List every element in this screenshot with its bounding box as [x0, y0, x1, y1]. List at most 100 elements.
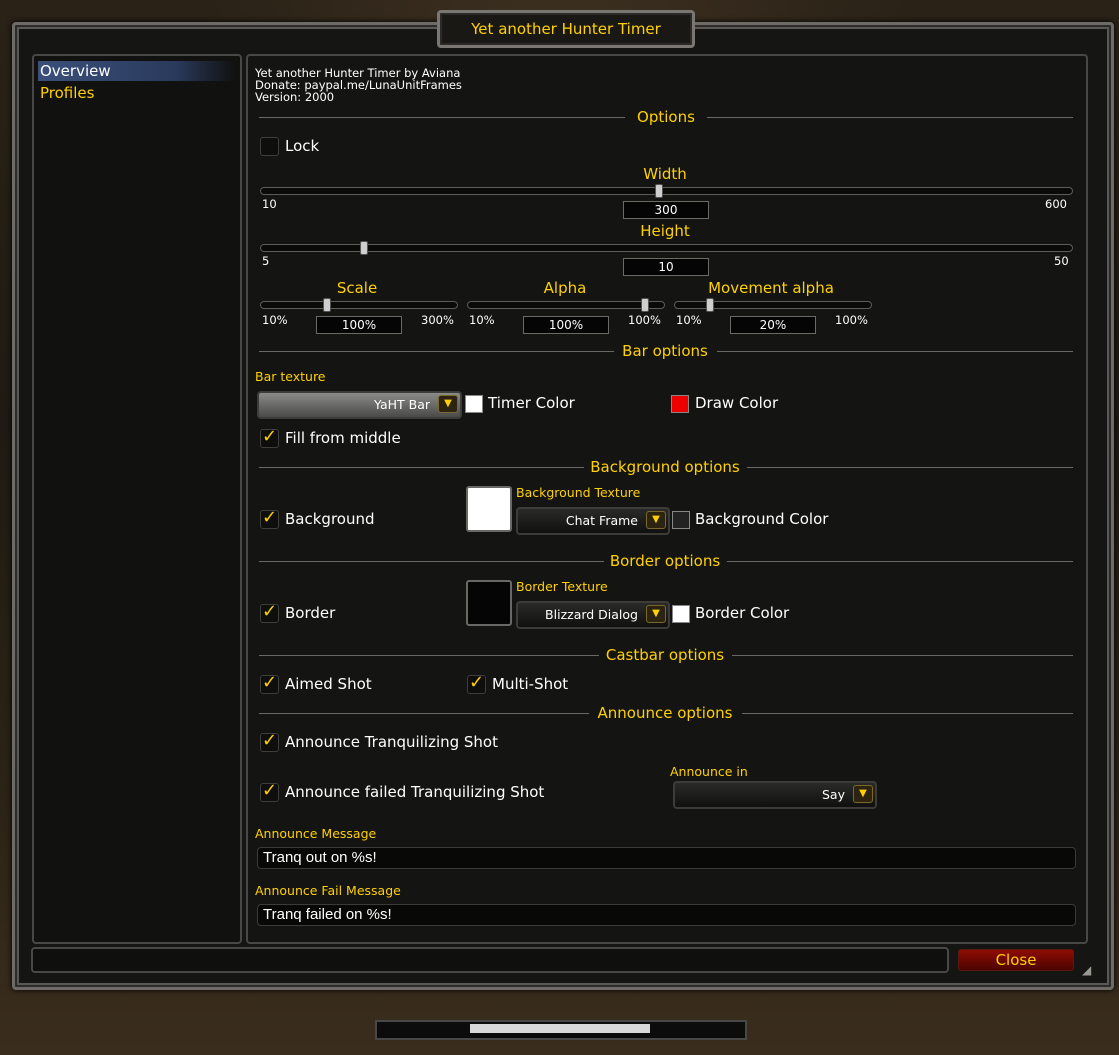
- announce-tranq-checkbox[interactable]: ✓: [260, 730, 279, 752]
- bar-texture-label: Bar texture: [255, 369, 326, 384]
- movement-alpha-value-input[interactable]: 20%: [730, 316, 816, 334]
- scrollbar-thumb[interactable]: [470, 1024, 650, 1033]
- announce-message-input[interactable]: Tranq out on %s!: [257, 847, 1076, 869]
- alpha-value-input[interactable]: 100%: [523, 316, 609, 334]
- aimed-shot-label: Aimed Shot: [285, 675, 372, 693]
- width-value-input[interactable]: 300: [623, 201, 709, 219]
- checkmark-icon: ✓: [262, 672, 278, 693]
- height-label: Height: [640, 222, 690, 240]
- background-preview: [466, 486, 512, 532]
- background-texture-value: Chat Frame: [565, 513, 638, 528]
- checkmark-icon: ✓: [262, 426, 278, 447]
- checkmark-icon: ✓: [262, 507, 278, 528]
- height-max: 50: [1054, 254, 1069, 268]
- background-color-swatch[interactable]: [672, 511, 690, 529]
- alpha-slider-thumb[interactable]: [641, 298, 649, 312]
- announce-in-label: Announce in: [670, 764, 748, 779]
- background-color-label: Background Color: [695, 510, 829, 528]
- dropdown-arrow-icon[interactable]: ▼: [646, 605, 666, 623]
- height-slider-track[interactable]: [260, 244, 1073, 252]
- divider: [259, 713, 589, 714]
- aimed-shot-checkbox[interactable]: ✓: [260, 672, 279, 694]
- scale-max: 300%: [421, 313, 454, 327]
- divider: [259, 467, 584, 468]
- border-texture-dropdown[interactable]: Blizzard Dialog ▼: [516, 601, 670, 629]
- height-value-input[interactable]: 10: [623, 258, 709, 276]
- resize-grip-icon[interactable]: ◢: [1082, 963, 1098, 979]
- background-checkbox[interactable]: ✓: [260, 507, 279, 529]
- scale-label: Scale: [336, 279, 378, 297]
- fill-from-middle-label: Fill from middle: [285, 429, 401, 447]
- timer-color-label: Timer Color: [488, 394, 575, 412]
- announce-fail-message-label: Announce Fail Message: [255, 883, 401, 898]
- divider: [732, 655, 1073, 656]
- width-slider-track[interactable]: [260, 187, 1073, 195]
- close-button[interactable]: Close: [958, 949, 1074, 971]
- bar-texture-value: YaHT Bar: [374, 397, 430, 412]
- border-preview: [466, 580, 512, 626]
- announce-fail-message-input[interactable]: Tranq failed on %s!: [257, 904, 1076, 926]
- movement-alpha-slider-thumb[interactable]: [706, 298, 714, 312]
- background-options-header: Background options: [590, 458, 740, 476]
- checkmark-icon: ✓: [469, 672, 485, 693]
- movement-alpha-slider-track[interactable]: [674, 301, 872, 309]
- checkmark-icon: ✓: [262, 601, 278, 622]
- alpha-min: 10%: [469, 313, 495, 327]
- dropdown-arrow-icon[interactable]: ▼: [853, 785, 873, 803]
- options-header: Options: [637, 108, 695, 126]
- announce-in-dropdown[interactable]: Say ▼: [673, 781, 877, 809]
- announce-message-label: Announce Message: [255, 826, 377, 841]
- lock-label: Lock: [285, 137, 320, 155]
- height-min: 5: [262, 254, 270, 268]
- checkmark-icon: ✓: [262, 780, 278, 801]
- window-title[interactable]: Yet another Hunter Timer: [437, 10, 695, 48]
- width-max: 600: [1045, 197, 1067, 211]
- width-slider-thumb[interactable]: [655, 184, 663, 198]
- announce-in-value: Say: [822, 787, 845, 802]
- border-options-header: Border options: [609, 552, 721, 570]
- announce-options-header: Announce options: [597, 704, 733, 722]
- announce-failed-checkbox[interactable]: ✓: [260, 780, 279, 802]
- divider: [707, 117, 1073, 118]
- border-label: Border: [285, 604, 336, 622]
- fill-from-middle-checkbox[interactable]: ✓: [260, 426, 279, 448]
- divider: [747, 467, 1073, 468]
- navigation-tree: [32, 54, 242, 944]
- movement-alpha-min: 10%: [676, 313, 702, 327]
- announce-failed-label: Announce failed Tranquilizing Shot: [285, 783, 545, 801]
- timer-color-swatch[interactable]: [465, 395, 483, 413]
- divider: [259, 351, 614, 352]
- border-color-label: Border Color: [695, 604, 790, 622]
- draw-color-swatch[interactable]: [671, 395, 689, 413]
- divider: [717, 351, 1073, 352]
- width-min: 10: [262, 197, 277, 211]
- dropdown-arrow-icon[interactable]: ▼: [438, 395, 458, 413]
- multi-shot-checkbox[interactable]: ✓: [467, 672, 486, 694]
- divider: [259, 655, 599, 656]
- addon-info: Yet another Hunter Timer by Aviana Donat…: [255, 67, 462, 103]
- version-line: Version: 2000: [255, 90, 335, 104]
- border-texture-label: Border Texture: [516, 579, 608, 594]
- height-slider-thumb[interactable]: [360, 241, 368, 255]
- bar-texture-dropdown[interactable]: YaHT Bar ▼: [257, 391, 462, 419]
- multi-shot-label: Multi-Shot: [492, 675, 569, 693]
- dropdown-arrow-icon[interactable]: ▼: [646, 511, 666, 529]
- scale-value-input[interactable]: 100%: [316, 316, 402, 334]
- tree-item-overview[interactable]: Overview: [38, 61, 235, 81]
- tree-item-profiles[interactable]: Profiles: [38, 83, 235, 103]
- lock-checkbox[interactable]: [260, 137, 279, 156]
- movement-alpha-label: Movement alpha: [708, 279, 834, 297]
- background-texture-dropdown[interactable]: Chat Frame ▼: [516, 507, 670, 535]
- alpha-slider-track[interactable]: [467, 301, 665, 309]
- border-color-swatch[interactable]: [672, 605, 690, 623]
- alpha-label: Alpha: [543, 279, 587, 297]
- scale-slider-track[interactable]: [260, 301, 458, 309]
- checkmark-icon: ✓: [262, 730, 278, 751]
- border-checkbox[interactable]: ✓: [260, 601, 279, 623]
- background-texture-label: Background Texture: [516, 485, 641, 500]
- divider: [742, 713, 1073, 714]
- scale-min: 10%: [262, 313, 288, 327]
- scale-slider-thumb[interactable]: [323, 298, 331, 312]
- draw-color-label: Draw Color: [695, 394, 779, 412]
- border-texture-value: Blizzard Dialog: [545, 607, 638, 622]
